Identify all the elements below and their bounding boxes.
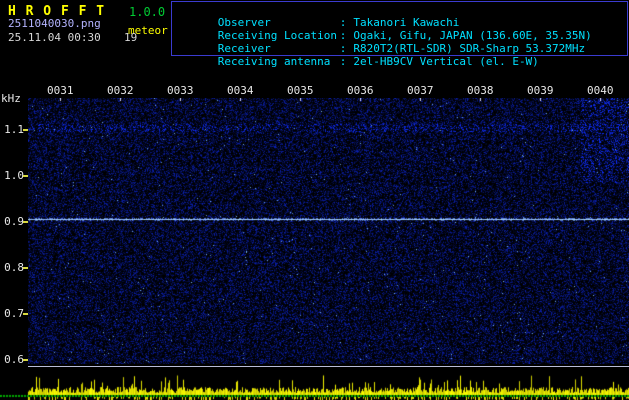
y-tick-label: 0.9 [3, 215, 24, 228]
x-tick-label: 0037 [407, 84, 434, 97]
y-axis-unit: kHz [1, 92, 21, 105]
x-tick-label: 0034 [227, 84, 254, 97]
info-value: 2el-HB9CV Vertical (el. E-W) [346, 55, 538, 68]
x-tick-label: 0039 [527, 84, 554, 97]
y-tick-label: 1.1 [3, 123, 24, 136]
spectrogram [28, 98, 629, 364]
x-tick-label: 0036 [347, 84, 374, 97]
datetime-label: 25.11.04 00:30 [8, 31, 101, 44]
x-tick-label: 0032 [107, 84, 134, 97]
x-tick-label: 0033 [167, 84, 194, 97]
echo-count: 19 [124, 31, 137, 44]
station-info-frame: Observer: Takanori Kawachi Receiving Loca… [171, 1, 628, 56]
x-tick-label: 0035 [287, 84, 314, 97]
output-filename: 2511040030.png [8, 17, 101, 30]
y-tick-label: 0.8 [3, 261, 24, 274]
y-tick-label: 0.7 [3, 307, 24, 320]
y-tick-label: 0.6 [3, 353, 24, 366]
x-tick-label: 0031 [47, 84, 74, 97]
app-version: 1.0.0 [129, 5, 165, 19]
level-strip [0, 368, 629, 400]
info-row-antenna: Receiving antenna:2el-HB9CV Vertical (el… [178, 42, 539, 81]
divider-line [28, 366, 629, 367]
x-tick-label: 0038 [467, 84, 494, 97]
info-label: Receiving antenna [218, 55, 340, 68]
x-tick-label: 0040 [587, 84, 614, 97]
hrofft-spectrogram-screen: H R O F F T 1.0.0 2511040030.png meteor … [0, 0, 629, 400]
y-tick-label: 1.0 [3, 169, 24, 182]
